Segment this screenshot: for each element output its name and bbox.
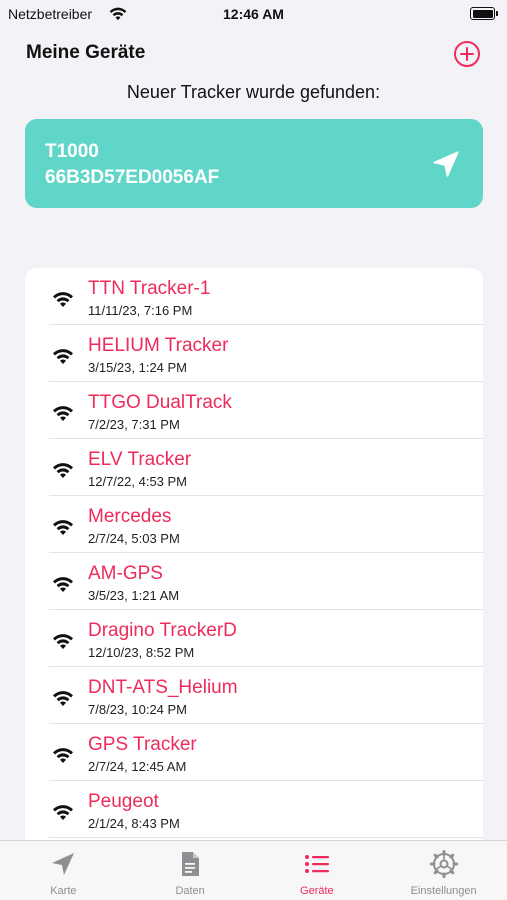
device-row[interactable]: GPS Tracker 2/7/24, 12:45 AM	[25, 724, 483, 781]
tab-bar: Karte Daten Geräte Einstellungen	[0, 840, 507, 900]
tab-karte[interactable]: Karte	[0, 841, 127, 900]
device-row[interactable]: TTN Tracker-1 11/11/23, 7:16 PM	[25, 268, 483, 325]
device-name: TTGO DualTrack	[88, 392, 232, 413]
device-name: Peugeot	[88, 791, 159, 812]
tab-label: Daten	[175, 885, 205, 897]
device-name: AM-GPS	[88, 563, 163, 584]
wifi-signal-icon	[53, 349, 73, 364]
device-last-seen: 12/7/22, 4:53 PM	[88, 474, 188, 489]
gear-icon	[429, 850, 458, 878]
list-icon	[304, 855, 329, 873]
device-last-seen: 7/8/23, 10:24 PM	[88, 702, 188, 717]
device-row[interactable]: HELIUM Tracker 3/15/23, 1:24 PM	[25, 325, 483, 382]
device-name: Mercedes	[88, 506, 172, 527]
tab-daten[interactable]: Daten	[127, 841, 254, 900]
device-last-seen: 12/10/23, 8:52 PM	[88, 645, 195, 660]
row-divider	[49, 837, 483, 838]
battery-icon	[470, 7, 498, 20]
new-tracker-name: T1000	[45, 141, 99, 162]
device-row[interactable]: Mercedes 2/7/24, 5:03 PM	[25, 496, 483, 553]
device-name: GPS Tracker	[88, 734, 197, 755]
wifi-signal-icon	[53, 292, 73, 307]
device-last-seen: 2/7/24, 5:03 PM	[88, 531, 180, 546]
wifi-signal-icon	[53, 577, 73, 592]
tab-geraete[interactable]: Geräte	[254, 841, 381, 900]
device-row[interactable]: DNT-ATS_Helium 7/8/23, 10:24 PM	[25, 667, 483, 724]
page-title: Meine Geräte	[26, 42, 146, 63]
tab-einstellungen[interactable]: Einstellungen	[380, 841, 507, 900]
device-name: HELIUM Tracker	[88, 335, 229, 356]
tab-label: Karte	[50, 885, 77, 897]
tab-label: Einstellungen	[410, 885, 477, 897]
wifi-signal-icon	[53, 691, 73, 706]
new-tracker-id: 66B3D57ED0056AF	[45, 167, 220, 188]
new-tracker-card[interactable]: T1000 66B3D57ED0056AF	[25, 119, 483, 208]
device-name: Dragino TrackerD	[88, 620, 237, 641]
clock: 12:46 AM	[223, 6, 284, 22]
device-last-seen: 11/11/23, 7:16 PM	[88, 303, 193, 318]
wifi-signal-icon	[53, 406, 73, 421]
status-bar: Netzbetreiber 12:46 AM	[0, 0, 507, 30]
tab-label: Geräte	[300, 885, 334, 897]
device-last-seen: 2/7/24, 12:45 AM	[88, 759, 187, 774]
device-row[interactable]: ELV Tracker 12/7/22, 4:53 PM	[25, 439, 483, 496]
device-name: DNT-ATS_Helium	[88, 677, 238, 698]
device-list: TTN Tracker-1 11/11/23, 7:16 PM HELIUM Tra…	[25, 268, 483, 858]
location-arrow-icon	[433, 151, 459, 177]
device-row[interactable]: Dragino TrackerD 12/10/23, 8:52 PM	[25, 610, 483, 667]
device-last-seen: 3/15/23, 1:24 PM	[88, 360, 188, 375]
device-row[interactable]: Peugeot 2/1/24, 8:43 PM	[25, 781, 483, 838]
device-name: ELV Tracker	[88, 449, 192, 470]
add-device-button[interactable]	[453, 40, 481, 68]
device-last-seen: 2/1/24, 8:43 PM	[88, 816, 180, 831]
wifi-signal-icon	[53, 463, 73, 478]
wifi-signal-icon	[53, 748, 73, 763]
device-row[interactable]: TTGO DualTrack 7/2/23, 7:31 PM	[25, 382, 483, 439]
wifi-signal-icon	[53, 520, 73, 535]
device-row[interactable]: AM-GPS 3/5/23, 1:21 AM	[25, 553, 483, 610]
wifi-signal-icon	[53, 634, 73, 649]
document-icon	[182, 852, 200, 876]
wifi-signal-icon	[53, 805, 73, 820]
device-name: TTN Tracker-1	[88, 278, 211, 299]
location-arrow-icon	[52, 853, 75, 875]
new-tracker-heading: Neuer Tracker wurde gefunden:	[126, 82, 381, 102]
device-last-seen: 7/2/23, 7:31 PM	[88, 417, 180, 432]
device-last-seen: 3/5/23, 1:21 AM	[88, 588, 180, 603]
